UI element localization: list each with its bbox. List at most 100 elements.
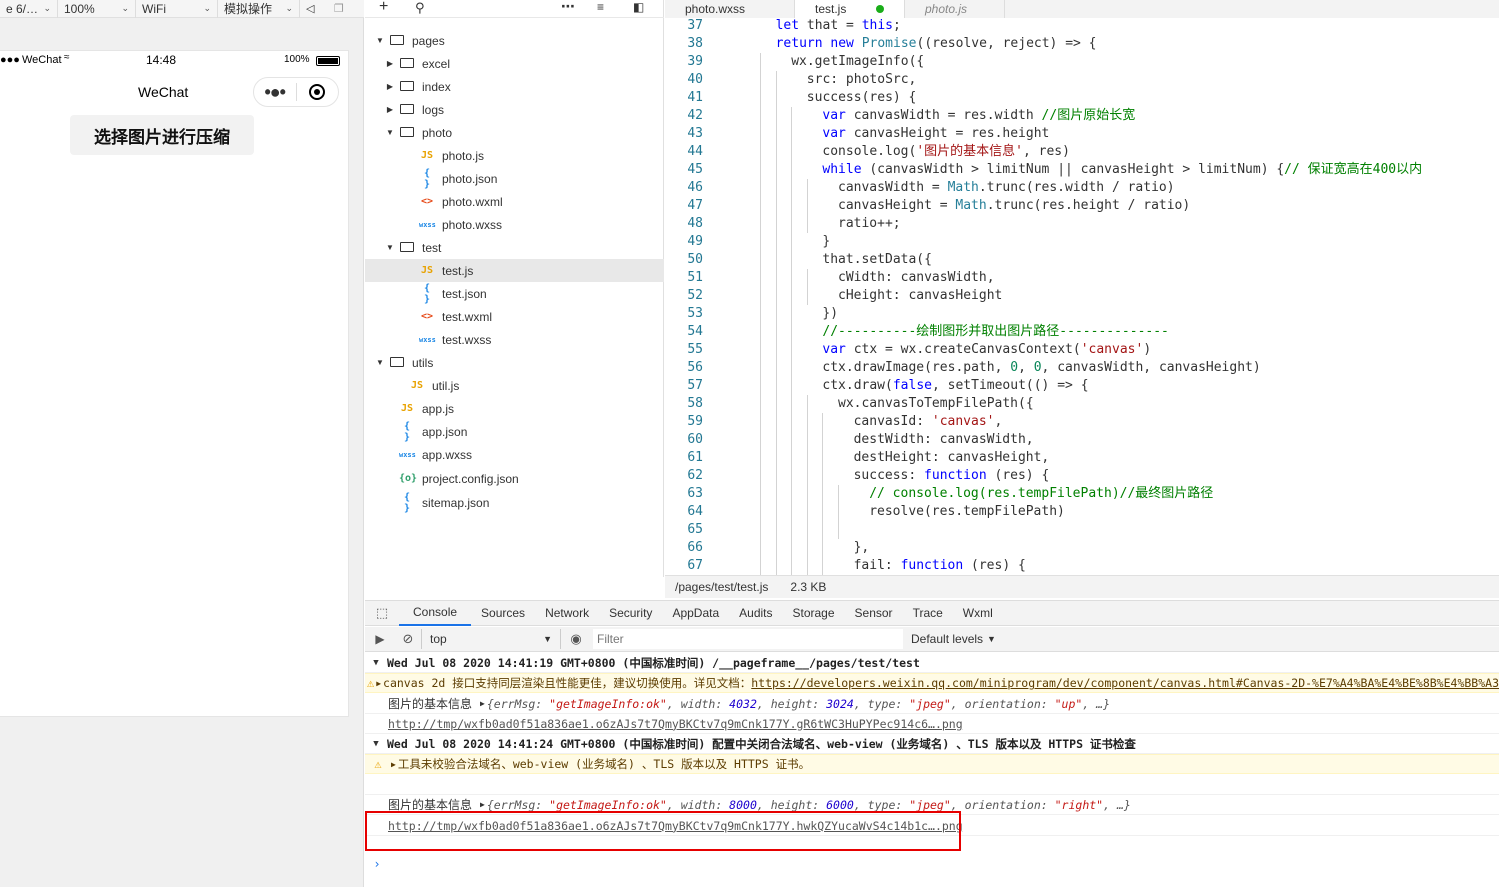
battery-icon bbox=[316, 56, 340, 66]
tree-file[interactable]: <> photo.wxml bbox=[365, 190, 664, 213]
docs-link[interactable]: https://developers.weixin.qq.com/minipro… bbox=[751, 676, 1499, 690]
devtools-tab[interactable]: Sensor bbox=[845, 601, 903, 626]
code-line: 53}) bbox=[665, 305, 1499, 323]
log-object[interactable]: {errMsg: "getImageInfo:ok", width: 4032,… bbox=[487, 697, 1110, 711]
tree-file[interactable]: {o} project.config.json bbox=[365, 467, 664, 490]
tree-file[interactable]: wxss test.wxss bbox=[365, 328, 664, 351]
line-number: 41 bbox=[687, 90, 703, 105]
tree-folder[interactable]: ▼ test bbox=[365, 236, 664, 259]
code-text: fail: function (res) { bbox=[853, 558, 1026, 573]
carrier-label: WeChat bbox=[22, 54, 62, 66]
tree-file[interactable]: { } sitemap.json bbox=[365, 491, 664, 514]
context-select[interactable]: top ▼ bbox=[421, 629, 561, 649]
console-prompt[interactable]: › bbox=[365, 854, 1499, 874]
json-file-icon: { } bbox=[403, 420, 411, 443]
device-select[interactable]: e 6/… ⌄ bbox=[0, 0, 58, 18]
expand-icon[interactable]: ▶ bbox=[480, 800, 485, 809]
temp-file-link[interactable]: http://tmp/wxfb0ad0f51a836ae1.o6zAJs7t7Q… bbox=[388, 717, 963, 731]
signal-icon: ●●● bbox=[0, 54, 20, 66]
tree-folder[interactable]: ▶ excel bbox=[365, 52, 664, 75]
collapse-icon[interactable]: ≡ bbox=[597, 0, 604, 14]
devtools-tab[interactable]: Console bbox=[399, 601, 472, 626]
tree-file[interactable]: JS util.js bbox=[365, 374, 664, 397]
capsule-menu: •●• bbox=[253, 77, 339, 107]
console-filter-input[interactable] bbox=[593, 629, 903, 649]
tree-item-label: logs bbox=[422, 102, 445, 117]
line-number: 49 bbox=[687, 234, 703, 249]
tree-file[interactable]: JS test.js bbox=[365, 259, 664, 282]
search-icon[interactable]: ⚲ bbox=[415, 0, 425, 16]
tree-file[interactable]: wxss photo.wxss bbox=[365, 213, 664, 236]
close-icon[interactable] bbox=[296, 84, 338, 100]
clear-console-icon[interactable]: ⊘ bbox=[395, 631, 421, 647]
more-icon[interactable]: ⋯ bbox=[561, 0, 575, 15]
devtools-tab[interactable]: Trace bbox=[903, 601, 953, 626]
group-title: Wed Jul 08 2020 14:41:24 GMT+0800 (中国标准时… bbox=[387, 736, 1136, 751]
zoom-select[interactable]: 100% ⌄ bbox=[58, 0, 136, 18]
tree-folder[interactable]: ▼ pages bbox=[365, 29, 664, 52]
devtools-tab[interactable]: AppData bbox=[662, 601, 729, 626]
tree-file[interactable]: { } test.json bbox=[365, 282, 664, 305]
tree-file[interactable]: { } photo.json bbox=[365, 167, 664, 190]
tree-folder[interactable]: ▼ utils bbox=[365, 351, 664, 374]
tree-file[interactable]: JS photo.js bbox=[365, 144, 664, 167]
tree-item-label: test.json bbox=[442, 286, 487, 301]
tree-file[interactable]: <> test.wxml bbox=[365, 305, 664, 328]
chevron-right-icon: ▶ bbox=[386, 82, 394, 91]
explorer-toolbar: + ⚲ ⋯ ≡ ◧ bbox=[365, 0, 664, 18]
devtools-tab[interactable]: Audits bbox=[729, 601, 782, 626]
devtools-tab[interactable]: Sources bbox=[471, 601, 535, 626]
expand-icon[interactable]: ▶ bbox=[480, 699, 485, 708]
line-number: 50 bbox=[687, 252, 703, 267]
code-line: 52 cHeight: canvasHeight bbox=[665, 287, 1499, 305]
chevron-right-icon: ▶ bbox=[386, 59, 394, 68]
devtools-tab[interactable]: Wxml bbox=[953, 601, 1003, 626]
temp-file-link[interactable]: http://tmp/wxfb0ad0f51a836ae1.o6zAJs7t7Q… bbox=[388, 819, 963, 833]
editor-tab[interactable]: test.js bbox=[795, 0, 905, 18]
prompt-icon: › bbox=[373, 857, 381, 871]
detach-button[interactable]: ❐ bbox=[328, 0, 356, 18]
network-select[interactable]: WiFi ⌄ bbox=[136, 0, 218, 18]
devtools-tab[interactable]: Network bbox=[535, 601, 599, 626]
tree-folder[interactable]: ▼ photo bbox=[365, 121, 664, 144]
expand-icon[interactable]: ▶ bbox=[376, 679, 381, 688]
levels-select[interactable]: Default levels ▼ bbox=[911, 632, 996, 646]
tree-folder[interactable]: ▶ index bbox=[365, 75, 664, 98]
eye-icon[interactable]: ◉ bbox=[561, 631, 591, 647]
console-group-2[interactable]: ▼ Wed Jul 08 2020 14:41:24 GMT+0800 (中国标… bbox=[365, 734, 1499, 754]
add-icon[interactable]: + bbox=[379, 0, 388, 16]
more-icon[interactable]: •●• bbox=[254, 83, 296, 101]
expand-icon[interactable]: ▶ bbox=[391, 760, 396, 769]
line-number: 51 bbox=[687, 270, 703, 285]
editor-tab[interactable]: photo.js bbox=[905, 0, 1005, 18]
sidebar-toggle-icon[interactable]: ▶ bbox=[365, 632, 395, 646]
devtools-tab[interactable]: Storage bbox=[783, 601, 845, 626]
tree-file[interactable]: JS app.js bbox=[365, 397, 664, 420]
code-text: success(res) { bbox=[806, 90, 917, 105]
dropdown-icon: ▼ bbox=[543, 634, 552, 644]
inspect-icon[interactable]: ⬚ bbox=[365, 605, 399, 621]
tree-folder[interactable]: ▶ logs bbox=[365, 98, 664, 121]
layout-icon[interactable]: ◧ bbox=[633, 0, 644, 14]
console-group-1[interactable]: ▼ Wed Jul 08 2020 14:41:19 GMT+0800 (中国标… bbox=[365, 653, 1499, 673]
code-line: 43 var canvasHeight = res.height bbox=[665, 125, 1499, 143]
tree-file[interactable]: { } app.json bbox=[365, 420, 664, 443]
line-number: 67 bbox=[687, 558, 703, 573]
select-image-button[interactable]: 选择图片进行压缩 bbox=[70, 115, 254, 155]
mode-select[interactable]: 模拟操作 ⌄ bbox=[218, 0, 300, 18]
mute-button[interactable]: ◁ bbox=[300, 0, 328, 18]
warning-text: canvas 2d 接口支持同层渲染且性能更佳，建议切换使用。详见文档： bbox=[383, 676, 752, 690]
line-number: 53 bbox=[687, 306, 703, 321]
wxml-file-icon: <> bbox=[420, 196, 434, 207]
tab-label: photo.wxss bbox=[685, 2, 746, 16]
code-area[interactable]: 37 let that = this; 38 return new Promise((… bbox=[665, 17, 1499, 575]
tree-file[interactable]: wxss app.wxss bbox=[365, 443, 664, 466]
tree-item-label: photo.wxss bbox=[442, 217, 503, 232]
log-object[interactable]: {errMsg: "getImageInfo:ok", width: 8000,… bbox=[487, 798, 1131, 812]
code-text: ctx.draw(false, setTimeout(() => { bbox=[822, 378, 1089, 393]
file-path: /pages/test/test.js bbox=[675, 580, 769, 594]
editor-tab[interactable]: photo.wxss bbox=[665, 0, 795, 18]
modified-dot-icon bbox=[876, 5, 884, 13]
devtools-tab[interactable]: Security bbox=[599, 601, 662, 626]
context-label: top bbox=[430, 632, 447, 646]
